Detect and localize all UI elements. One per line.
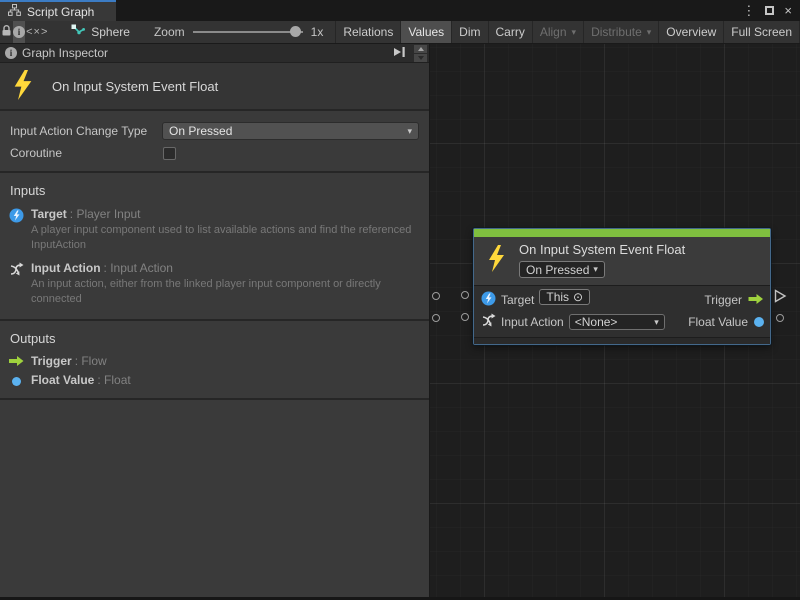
node-event-color-bar <box>474 229 770 237</box>
selected-node-title: On Input System Event Float <box>52 79 218 94</box>
list-item: Input Action: Input Action An input acti… <box>0 258 429 312</box>
flow-arrow-icon[interactable] <box>748 293 764 308</box>
player-input-icon <box>8 208 24 223</box>
chevron-down-icon: ▾ <box>407 126 412 137</box>
connection-values-button[interactable]: <×> <box>26 21 48 43</box>
toolbar-toggle-buttons: Relations Values Dim Carry Align▾ Distri… <box>335 21 800 43</box>
align-dropdown-button[interactable]: Align▾ <box>532 21 583 43</box>
window-tab-bar: Script Graph ⋮ × <box>0 0 800 21</box>
graph-canvas[interactable]: On Input System Event Float On Pressed ▾ <box>430 44 800 597</box>
chevron-down-icon: ▾ <box>647 27 652 38</box>
input-action-dropdown[interactable]: <None> ▾ <box>569 314 665 330</box>
float-value-icon <box>8 374 24 386</box>
values-button[interactable]: Values <box>400 21 451 43</box>
trigger-output-port-icon[interactable] <box>774 289 787 306</box>
float-value-port-label: Float Value <box>688 315 748 329</box>
scroll-up-icon[interactable] <box>414 45 427 53</box>
lightning-bolt-icon <box>487 245 506 275</box>
input-action-icon <box>8 262 24 277</box>
offscreen-port-icon[interactable] <box>432 314 440 322</box>
outputs-heading: Outputs <box>0 321 429 352</box>
chevron-down-icon: ▾ <box>593 264 598 275</box>
list-item: Float Value: Float <box>0 371 429 390</box>
object-picker-icon: ⊙ <box>573 291 583 303</box>
graph-toolbar: i <×> Sphere Zoom 1x <box>0 21 800 44</box>
zoom-label: Zoom <box>154 25 185 39</box>
change-type-field: Input Action Change Type On Pressed ▾ <box>10 120 419 142</box>
player-input-icon <box>481 291 496 309</box>
panel-scroll-buttons[interactable] <box>414 45 427 62</box>
dock-panel-icon[interactable] <box>393 46 406 61</box>
trigger-port-label: Trigger <box>704 293 742 307</box>
input-action-port-label: Input Action <box>501 315 564 329</box>
zoom-level-value: 1x <box>311 25 324 39</box>
zoom-slider[interactable] <box>193 21 303 43</box>
input-action-icon <box>481 313 496 331</box>
graph-context-label: Sphere <box>91 25 130 39</box>
dim-button[interactable]: Dim <box>451 21 487 43</box>
inputs-section: Inputs Target: Player Input A player inp… <box>0 173 429 321</box>
outputs-section: Outputs Trigger: Flow Float Value: Float <box>0 321 429 400</box>
graph-inspector-panel: i Graph Inspector <box>0 44 430 597</box>
info-icon: i <box>13 26 25 38</box>
selected-node-summary: On Input System Event Float <box>0 63 429 111</box>
unity-visual-scripting-window: Script Graph ⋮ × i <×> <box>0 0 800 600</box>
window-menu-icon[interactable]: ⋮ <box>742 4 755 17</box>
zoom-slider-handle[interactable] <box>290 26 301 37</box>
list-item: Target: Player Input A player input comp… <box>0 204 429 258</box>
offscreen-port-icon[interactable] <box>432 292 440 300</box>
chevron-down-icon: ▾ <box>572 27 577 38</box>
zoom-slider-track <box>193 31 303 33</box>
graph-inspector-header: i Graph Inspector <box>0 44 429 63</box>
distribute-dropdown-button[interactable]: Distribute▾ <box>583 21 658 43</box>
event-type-dropdown[interactable]: On Pressed ▾ <box>519 261 605 278</box>
fullscreen-button[interactable]: Full Screen <box>723 21 800 43</box>
zoom-control: Zoom 1x <box>144 21 333 43</box>
window-close-icon[interactable]: × <box>784 4 792 17</box>
coroutine-label: Coroutine <box>10 146 162 160</box>
float-value-output-port-icon[interactable] <box>776 314 784 322</box>
node-title: On Input System Event Float <box>519 242 685 257</box>
node-header[interactable]: On Input System Event Float On Pressed ▾ <box>474 237 770 286</box>
list-item: Trigger: Flow <box>0 352 429 371</box>
change-type-label: Input Action Change Type <box>10 124 162 138</box>
input-action-float-row: Input Action <None> ▾ Float Value <box>478 311 764 333</box>
scroll-down-icon[interactable] <box>414 54 427 62</box>
coroutine-field: Coroutine <box>10 142 419 164</box>
node-footer <box>474 337 770 344</box>
relations-button[interactable]: Relations <box>335 21 400 43</box>
info-icon: i <box>5 47 17 59</box>
graph-context-breadcrumb[interactable]: Sphere <box>49 21 144 43</box>
chevron-down-icon: ▾ <box>654 317 659 328</box>
lock-button[interactable] <box>0 21 13 43</box>
float-value-port-icon[interactable] <box>754 317 764 327</box>
target-object-picker[interactable]: This ⊙ <box>539 289 590 305</box>
overview-button[interactable]: Overview <box>658 21 723 43</box>
script-graph-icon <box>8 4 21 19</box>
target-port-label: Target <box>501 293 534 307</box>
flow-arrow-icon <box>8 355 24 367</box>
change-type-dropdown[interactable]: On Pressed ▾ <box>162 122 419 140</box>
node-settings-section: Input Action Change Type On Pressed ▾ Co… <box>0 111 429 173</box>
carry-button[interactable]: Carry <box>488 21 532 43</box>
graph-node-icon <box>71 24 85 40</box>
inspector-toggle-button[interactable]: i <box>13 21 25 43</box>
inputs-heading: Inputs <box>0 173 429 204</box>
panel-title: Graph Inspector <box>22 46 388 60</box>
window-controls: ⋮ × <box>742 0 800 21</box>
connection-values-icon: <×> <box>26 26 48 38</box>
node-on-input-system-event-float[interactable]: On Input System Event Float On Pressed ▾ <box>473 228 771 345</box>
target-trigger-row: Target This ⊙ Trigger <box>478 289 764 311</box>
inspector-empty-area <box>0 400 429 597</box>
window-maximize-icon[interactable] <box>765 6 774 15</box>
lightning-bolt-icon <box>12 70 34 103</box>
tab-title: Script Graph <box>27 5 94 19</box>
input-action-input-port-icon[interactable] <box>461 313 469 321</box>
lock-icon <box>0 24 13 40</box>
tab-script-graph[interactable]: Script Graph <box>0 0 116 21</box>
target-input-port-icon[interactable] <box>461 291 469 299</box>
node-port-area: Target This ⊙ Trigger <box>474 286 770 337</box>
coroutine-checkbox[interactable] <box>163 147 176 160</box>
